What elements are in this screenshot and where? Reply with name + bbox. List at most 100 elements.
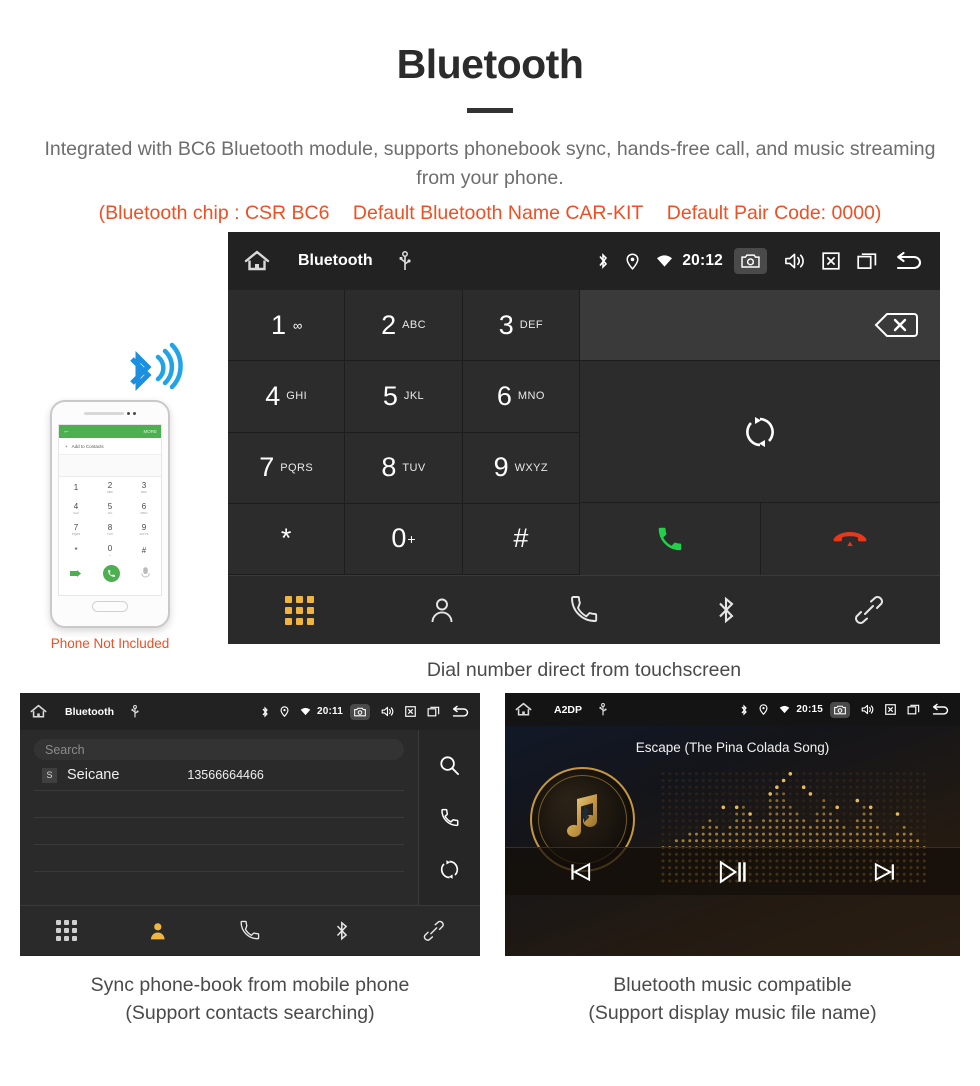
nav-item-dialpad[interactable] (20, 920, 112, 941)
music-screen: A2DP 20:15 Escape (The Pina Colada Song) (505, 693, 960, 956)
nav-item-link[interactable] (798, 595, 940, 625)
phone-back-icon: ← (63, 428, 70, 435)
back-arrow-icon[interactable] (451, 705, 470, 718)
music-title: A2DP (554, 703, 583, 716)
dial-key-plus: + (407, 530, 416, 547)
spec-chip: (Bluetooth chip : CSR BC6 (98, 201, 330, 224)
dial-key-letters: PQRS (280, 461, 314, 474)
dial-key-1[interactable]: 1 ∞ (228, 290, 346, 362)
plus-icon: + (65, 443, 68, 449)
nav-item-link[interactable] (388, 920, 480, 942)
camera-icon[interactable] (734, 248, 767, 274)
contacts-status-bar: Bluetooth 20:11 (20, 693, 480, 730)
number-input-field[interactable] (580, 290, 940, 361)
home-icon[interactable] (515, 702, 532, 717)
bluetooth-icon (740, 704, 748, 716)
previous-track-icon[interactable] (505, 861, 657, 883)
call-button[interactable] (580, 503, 761, 575)
title-underline (467, 108, 513, 114)
phone-key-letters: TUV (107, 532, 113, 536)
track-title: Escape (The Pina Colada Song) (635, 740, 830, 755)
home-icon[interactable] (30, 704, 47, 719)
dial-key-hash[interactable]: # (462, 503, 580, 575)
nav-item-call-log[interactable] (513, 595, 655, 625)
handset-icon[interactable] (439, 807, 460, 828)
phone-key: 4 GHI (59, 498, 93, 519)
phone-camera (133, 411, 136, 415)
volume-icon[interactable] (784, 252, 805, 270)
recents-icon[interactable] (427, 706, 440, 717)
dial-key-3[interactable]: 3 DEF (462, 290, 580, 362)
dial-key-7[interactable]: 7 PQRS (228, 432, 346, 504)
phone-key: 1 (59, 477, 93, 498)
contact-row-empty (34, 845, 404, 872)
usb-icon (599, 703, 607, 716)
dial-key-4[interactable]: 4 GHI (228, 361, 346, 433)
dialer-navbar (228, 575, 940, 644)
dial-key-star[interactable]: * (228, 503, 346, 575)
nav-item-dialpad[interactable] (228, 595, 370, 625)
dial-key-6[interactable]: 6 MNO (462, 361, 580, 433)
link-icon (854, 596, 883, 624)
phone-key-digit: 5 (107, 502, 113, 511)
contacts-title: Bluetooth (65, 705, 114, 718)
close-box-icon[interactable] (885, 704, 896, 715)
dial-key-9[interactable]: 9 WXYZ (462, 432, 580, 504)
dialer-screen: Bluetooth 20:12 1 ∞ 2 ABC 3 DEF 4 GHI 5 … (228, 232, 940, 644)
usb-icon (399, 251, 411, 271)
phone-add-contact-row: + Add to Contacts (59, 438, 161, 455)
dial-key-digit: 1 (271, 309, 287, 340)
dial-key-5[interactable]: 5 JKL (345, 361, 463, 433)
backspace-icon[interactable] (874, 311, 918, 339)
search-input[interactable]: Search (34, 739, 404, 760)
dialer-status-bar: Bluetooth 20:12 (228, 232, 940, 290)
phone-key-digit: 9 (141, 523, 147, 532)
dialer-sync-button[interactable] (580, 361, 940, 503)
dial-key-digit: * (280, 523, 292, 554)
nav-item-contacts[interactable] (370, 595, 512, 625)
spec-line: (Bluetooth chip : CSR BC6 Default Blueto… (10, 202, 970, 225)
close-box-icon[interactable] (822, 252, 840, 270)
recents-icon[interactable] (857, 252, 877, 270)
wifi-icon (300, 707, 311, 716)
phone-key-letters: JKL (107, 511, 113, 515)
page-title: Bluetooth (396, 41, 584, 87)
volume-icon[interactable] (381, 706, 394, 717)
phone-screen: ← MORE + Add to Contacts 1 2 ABC 3 DEF 4 GHI 5 J… (58, 424, 162, 596)
close-box-icon[interactable] (405, 706, 416, 717)
phone-key-letters: GHI (73, 511, 79, 515)
camera-icon[interactable] (350, 703, 370, 720)
hangup-button[interactable] (760, 503, 940, 575)
dial-key-digit: # (513, 523, 529, 554)
dial-key-0[interactable]: 0 + (345, 503, 463, 575)
back-arrow-icon[interactable] (931, 703, 950, 716)
camera-icon[interactable] (830, 701, 850, 718)
search-icon[interactable] (439, 755, 460, 776)
dial-key-2[interactable]: 2 ABC (345, 290, 463, 362)
back-arrow-icon[interactable] (894, 251, 924, 271)
dial-key-8[interactable]: 8 TUV (345, 432, 463, 504)
home-icon[interactable] (244, 250, 270, 272)
phone-key-letters: PQRS (71, 532, 81, 536)
recents-icon[interactable] (907, 704, 920, 715)
contact-row-empty (34, 791, 404, 818)
phone-key: 7 PQRS (59, 519, 93, 540)
phone-key-digit: 6 (141, 502, 147, 511)
page-subtitle: Integrated with BC6 Bluetooth module, su… (44, 138, 936, 190)
contact-row[interactable]: S Seicane 13566664466 (34, 760, 404, 791)
contacts-list: Search S Seicane 13566664466 (20, 730, 418, 905)
bluetooth-signal-icon (118, 337, 190, 404)
nav-item-bluetooth[interactable] (655, 595, 797, 625)
play-pause-icon[interactable] (657, 859, 809, 885)
contacts-navbar (20, 905, 480, 955)
phone-earpiece (52, 402, 168, 424)
next-track-icon[interactable] (808, 861, 960, 883)
phone-call-row (59, 561, 161, 586)
nav-item-contacts[interactable] (112, 920, 204, 942)
phone-key-digit: 8 (107, 523, 113, 532)
volume-icon[interactable] (861, 704, 874, 715)
sync-icon (743, 415, 777, 449)
nav-item-call-log[interactable] (204, 920, 296, 942)
sync-icon[interactable] (439, 859, 460, 880)
nav-item-bluetooth[interactable] (296, 920, 388, 942)
